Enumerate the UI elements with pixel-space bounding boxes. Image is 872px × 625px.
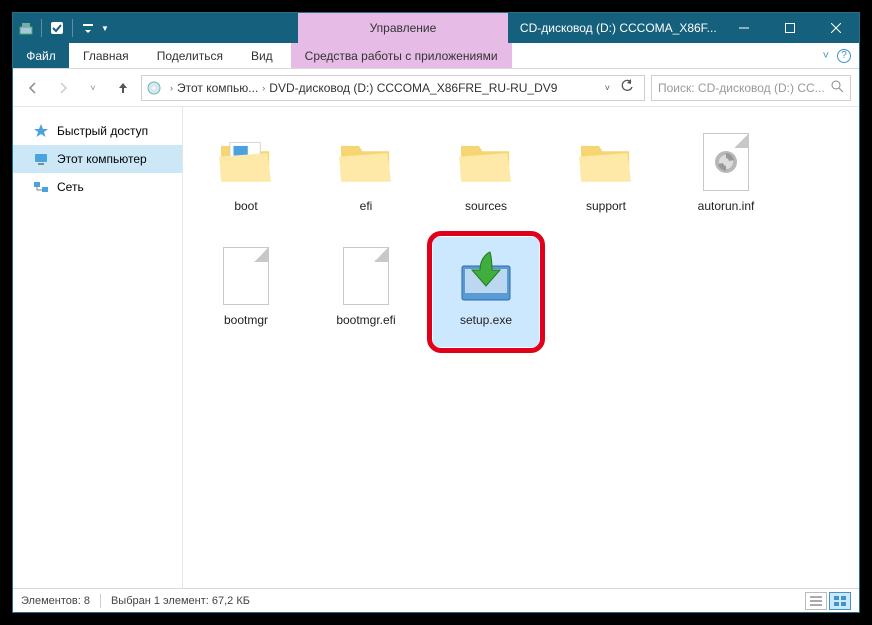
folder-icon xyxy=(334,127,398,197)
breadcrumb-seg-2[interactable]: DVD-дисковод (D:) CCCOMA_X86FRE_RU-RU_DV… xyxy=(269,81,557,95)
file-item[interactable]: bootmgr xyxy=(193,237,299,347)
drive-icon xyxy=(146,80,162,96)
close-button[interactable] xyxy=(813,13,859,43)
app-icon xyxy=(17,19,35,37)
file-label: support xyxy=(586,199,626,213)
file-item[interactable]: autorun.inf xyxy=(673,123,779,233)
minimize-button[interactable] xyxy=(721,13,767,43)
file-view[interactable]: boot efi sources support xyxy=(183,107,859,588)
network-icon xyxy=(33,179,49,195)
sidebar-item-label: Быстрый доступ xyxy=(57,124,148,138)
sidebar-item-label: Этот компьютер xyxy=(57,152,147,166)
ribbon-tab-home[interactable]: Главная xyxy=(69,43,143,68)
chevron-right-icon[interactable]: › xyxy=(258,83,269,93)
blank-file-icon xyxy=(214,241,278,311)
blank-file-icon xyxy=(334,241,398,311)
status-item-count: Элементов: 8 xyxy=(21,595,90,607)
ribbon-tab-context[interactable]: Средства работы с приложениями xyxy=(291,43,512,68)
ribbon: Файл Главная Поделиться Вид Средства раб… xyxy=(13,43,859,69)
refresh-icon[interactable] xyxy=(620,79,634,96)
file-label: autorun.inf xyxy=(698,199,755,213)
search-input[interactable]: Поиск: CD-дисковод (D:) CC... xyxy=(651,75,851,101)
file-item[interactable]: sources xyxy=(433,123,539,233)
status-selection: Выбран 1 элемент: 67,2 КБ xyxy=(111,595,250,607)
file-label: setup.exe xyxy=(460,313,512,327)
sidebar-item-quickaccess[interactable]: Быстрый доступ xyxy=(13,117,182,145)
file-item[interactable]: bootmgr.efi xyxy=(313,237,419,347)
view-icons-button[interactable] xyxy=(829,592,851,610)
breadcrumb-seg-1[interactable]: Этот компью... xyxy=(177,81,258,95)
address-bar: ˅ › Этот компью... › DVD-дисковод (D:) C… xyxy=(13,69,859,107)
folder-icon xyxy=(454,127,518,197)
pc-icon xyxy=(33,151,49,167)
qat-checkbox-icon[interactable] xyxy=(48,19,66,37)
file-item[interactable]: efi xyxy=(313,123,419,233)
file-label: sources xyxy=(465,199,507,213)
nav-forward-button[interactable] xyxy=(51,76,75,100)
maximize-button[interactable] xyxy=(767,13,813,43)
file-label: bootmgr.efi xyxy=(336,313,395,327)
file-label: boot xyxy=(234,199,257,213)
context-tab-label: Управление xyxy=(298,13,508,43)
breadcrumb-dropdown-icon[interactable]: ˅ xyxy=(605,83,610,93)
ribbon-file-tab[interactable]: Файл xyxy=(13,43,69,68)
titlebar: ▼ Управление CD-дисковод (D:) CCCOMA_X86… xyxy=(13,13,859,43)
breadcrumb[interactable]: › Этот компью... › DVD-дисковод (D:) CCC… xyxy=(141,75,645,101)
status-bar: Элементов: 8 Выбран 1 элемент: 67,2 КБ xyxy=(13,588,859,612)
setup-exe-icon xyxy=(454,241,518,311)
folder-icon xyxy=(214,127,278,197)
file-item-setup[interactable]: setup.exe xyxy=(433,237,539,347)
ribbon-tab-share[interactable]: Поделиться xyxy=(143,43,237,68)
file-item[interactable]: support xyxy=(553,123,659,233)
inf-file-icon xyxy=(694,127,758,197)
file-label: efi xyxy=(360,199,373,213)
nav-up-button[interactable] xyxy=(111,76,135,100)
file-label: bootmgr xyxy=(224,313,268,327)
explorer-window: ▼ Управление CD-дисковод (D:) CCCOMA_X86… xyxy=(12,12,860,613)
window-controls xyxy=(721,13,859,43)
quick-access-toolbar: ▼ xyxy=(13,13,113,43)
nav-history-dropdown[interactable]: ˅ xyxy=(81,76,105,100)
window-title: CD-дисковод (D:) CCCOMA_X86F... xyxy=(508,13,721,43)
file-item[interactable]: boot xyxy=(193,123,299,233)
ribbon-expand-icon[interactable]: ˅ xyxy=(823,50,829,62)
search-placeholder: Поиск: CD-дисковод (D:) CC... xyxy=(658,81,830,95)
search-icon xyxy=(830,79,844,96)
chevron-right-icon[interactable]: › xyxy=(166,83,177,93)
body: Быстрый доступ Этот компьютер Сеть xyxy=(13,107,859,588)
ribbon-help-icon[interactable]: ? xyxy=(837,49,851,63)
sidebar-item-label: Сеть xyxy=(57,180,84,194)
nav-back-button[interactable] xyxy=(21,76,45,100)
sidebar-item-network[interactable]: Сеть xyxy=(13,173,182,201)
view-details-button[interactable] xyxy=(805,592,827,610)
star-icon xyxy=(33,123,49,139)
qat-dropdown-icon[interactable] xyxy=(79,19,97,37)
ribbon-tab-view[interactable]: Вид xyxy=(237,43,287,68)
folder-icon xyxy=(574,127,638,197)
sidebar-item-thispc[interactable]: Этот компьютер xyxy=(13,145,182,173)
qat-overflow-icon[interactable]: ▼ xyxy=(101,24,109,33)
nav-pane: Быстрый доступ Этот компьютер Сеть xyxy=(13,107,183,588)
